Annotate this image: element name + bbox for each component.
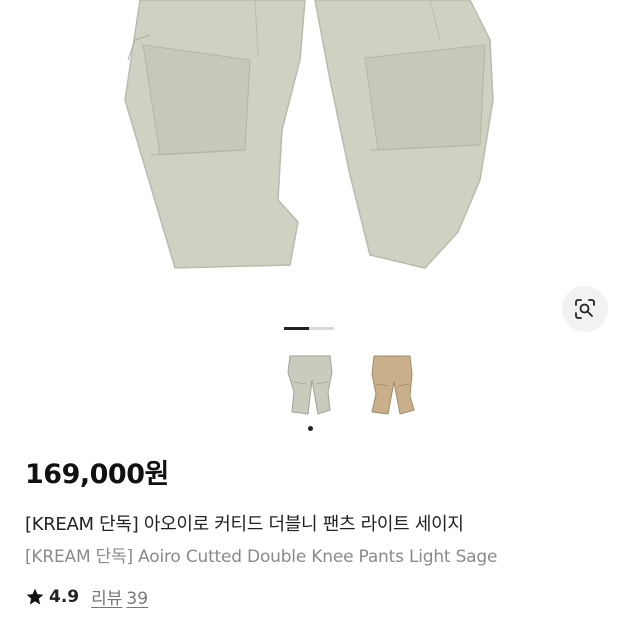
star-icon xyxy=(26,588,44,604)
product-price: 169,000원 xyxy=(25,459,169,490)
rating-row: 4.9 리뷰 39 xyxy=(25,584,148,609)
pager-indicator xyxy=(309,327,334,330)
thumbnail-tan[interactable] xyxy=(364,352,420,418)
pager-indicator-active xyxy=(284,327,309,330)
product-title-english: [KREAM 단독] Aoiro Cutted Double Knee Pant… xyxy=(25,547,498,567)
rating-score: 4.9 xyxy=(49,586,80,607)
visual-search-button[interactable] xyxy=(562,286,608,332)
review-count: 39 xyxy=(126,589,149,609)
product-main-image[interactable] xyxy=(0,0,620,300)
product-title-korean: [KREAM 단독] 아오이로 커티드 더블니 팬츠 라이트 세이지 xyxy=(25,514,464,535)
review-label: 리뷰 xyxy=(91,589,123,609)
thumbnail-light-sage[interactable] xyxy=(282,352,338,418)
review-link[interactable]: 리뷰 39 xyxy=(91,584,148,609)
thumbnail-selected-dot xyxy=(308,426,313,431)
thumbnail-list xyxy=(282,352,420,418)
visual-search-icon xyxy=(575,299,595,319)
image-pager xyxy=(284,327,334,330)
